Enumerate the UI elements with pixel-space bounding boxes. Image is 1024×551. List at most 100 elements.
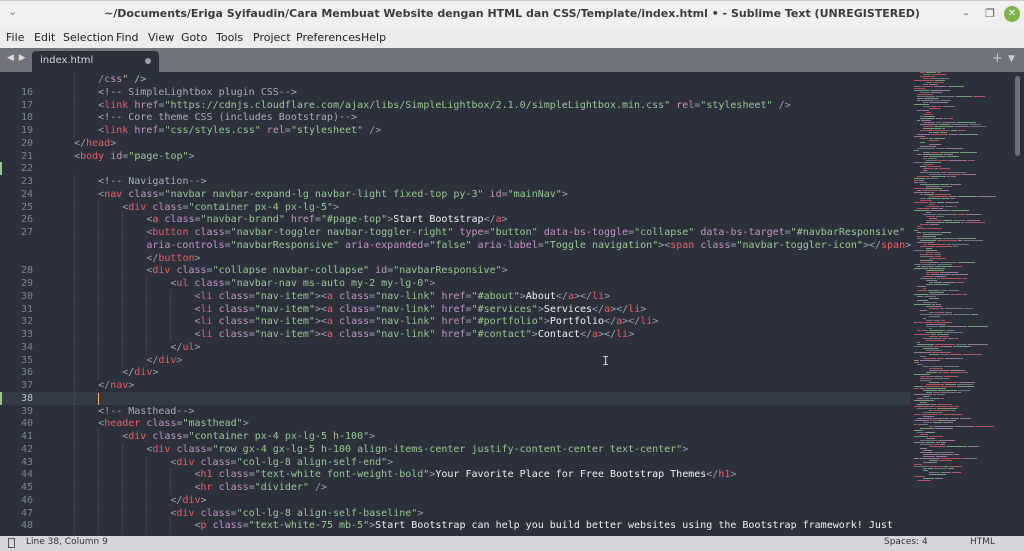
indent-guide — [170, 519, 172, 533]
code-line[interactable]: 45 <hr class="divider" /> — [0, 481, 910, 494]
code-line[interactable]: 38 — [0, 391, 910, 405]
indent-guide — [98, 455, 100, 469]
minimap-line — [950, 294, 962, 295]
new-tab-button[interactable]: + — [992, 51, 1003, 66]
minimize-button[interactable]: – — [958, 6, 974, 22]
minimap-line — [923, 348, 939, 349]
minimap-line — [914, 420, 929, 421]
minimap-line — [924, 98, 939, 99]
menu-goto[interactable]: Goto — [181, 31, 207, 44]
minimap-line — [930, 210, 950, 211]
menu-help[interactable]: Help — [361, 31, 386, 44]
minimap-line — [922, 232, 940, 233]
code-line[interactable]: 34 </ul> — [0, 340, 910, 354]
panel-toggle-icon[interactable] — [8, 538, 15, 548]
code-line[interactable]: </button> — [0, 251, 910, 265]
code-line[interactable]: 33 <li class="nav-item"><a class="nav-lin… — [0, 328, 910, 341]
indent-guide — [98, 430, 100, 443]
code-text: <ul class="navbar-nav ms-auto my-2 my-lg… — [170, 278, 436, 289]
code-line[interactable]: 31 <li class="nav-item"><a class="nav-lin… — [0, 302, 910, 316]
code-editor[interactable]: /css" /> 16 <!-- SimpleLightbox plugin CSS… — [0, 72, 1024, 536]
syntax-selector[interactable]: HTML — [970, 537, 995, 547]
code-line[interactable]: 37 </nav> — [0, 379, 910, 392]
menu-find[interactable]: Find — [116, 31, 139, 44]
code-line[interactable]: 24 <nav class="navbar navbar-expand-lg na… — [0, 187, 910, 201]
code-line[interactable]: 44 <h1 class="text-white font-weight-bold… — [0, 468, 910, 482]
minimap-line — [947, 156, 959, 157]
tab-nav-arrows-icon[interactable]: ◀ ▶ — [7, 53, 27, 63]
code-line[interactable]: 47 <div class="col-lg-8 align-self-baseli… — [0, 506, 910, 520]
code-line[interactable]: aria-controls="navbarResponsive" aria-ex… — [0, 238, 911, 252]
indent-guide — [98, 353, 100, 367]
code-line[interactable]: 21 <body id="page-top"> — [0, 150, 910, 163]
menu-preferences[interactable]: Preferences — [296, 31, 361, 44]
minimap-line — [947, 174, 961, 175]
indent-guide — [146, 468, 148, 482]
code-line[interactable]: 29 <ul class="navbar-nav ms-auto my-2 my-… — [0, 277, 910, 290]
code-line[interactable]: 26 <a class="navbar-brand" href="#page-to… — [0, 213, 910, 227]
code-line[interactable]: 40 <header class="masthead"> — [0, 417, 910, 431]
code-line[interactable]: 41 <div class="container px-4 px-lg-5 h-1… — [0, 430, 910, 443]
code-line[interactable]: 30 <li class="nav-item"><a class="nav-lin… — [0, 289, 910, 303]
minimap-line — [917, 236, 921, 237]
close-button[interactable]: ✕ — [1004, 6, 1020, 22]
minimap-line — [920, 278, 936, 279]
code-line[interactable]: 25 <div class="container px-4 px-lg-5"> — [0, 200, 910, 214]
indent-guide — [74, 73, 76, 86]
code-line[interactable]: 19 <link href="css/styles.css" rel="style… — [0, 124, 910, 137]
code-line[interactable]: 42 <div class="row gx-4 gx-lg-5 h-100 ali… — [0, 442, 910, 456]
menu-edit[interactable]: Edit — [34, 31, 55, 44]
minimap-line — [939, 168, 950, 169]
unsaved-dot-icon[interactable] — [145, 58, 151, 64]
minimap-line — [920, 256, 934, 257]
menu-selection[interactable]: Selection — [63, 31, 114, 44]
code-line[interactable]: 23 <!-- Navigation--> — [0, 175, 910, 188]
minimap-line — [926, 216, 935, 217]
minimap-line — [929, 368, 943, 369]
code-line[interactable]: 43 <div class="col-lg-8 align-self-end"> — [0, 455, 910, 469]
minimap-line — [922, 86, 933, 87]
code-line[interactable]: 16 <!-- SimpleLightbox plugin CSS--> — [0, 85, 910, 99]
menu-tools[interactable]: Tools — [216, 31, 243, 44]
restore-button[interactable]: ❐ — [982, 6, 998, 22]
code-line[interactable]: 46 </div> — [0, 493, 910, 507]
menu-view[interactable]: View — [148, 31, 174, 44]
minimap-line — [930, 294, 949, 295]
tab-menu-button[interactable]: ▼ — [1008, 54, 1015, 64]
minimap-line — [914, 414, 920, 415]
code-line[interactable]: 48 <p class="text-white-75 mb-5">Start Bo… — [0, 519, 910, 533]
minimap-line — [917, 364, 923, 365]
code-line[interactable]: 22 — [0, 162, 910, 176]
indent-guide — [122, 226, 124, 239]
minimap-line — [920, 452, 933, 453]
code-line[interactable]: 20 </head> — [0, 137, 910, 150]
code-line[interactable]: 28 <div class="collapse navbar-collapse" … — [0, 264, 910, 278]
code-line[interactable]: 36 </div> — [0, 366, 910, 380]
minimap-line — [941, 392, 956, 393]
code-line[interactable]: /css" /> — [0, 73, 910, 86]
code-line[interactable]: 27 <button class="navbar-toggler navbar-t… — [0, 226, 910, 239]
code-line[interactable]: 35 </div> — [0, 353, 910, 367]
indentation-setting[interactable]: Spaces: 4 — [884, 537, 928, 547]
code-line[interactable]: 39 <!-- Masthead--> — [0, 404, 910, 418]
minimap-line — [929, 138, 933, 139]
minimap-line — [963, 294, 967, 295]
minimap[interactable] — [910, 72, 1010, 536]
minimap-line — [926, 280, 937, 281]
minimap-line — [926, 326, 938, 327]
minimap-line — [948, 338, 953, 339]
minimap-line — [917, 404, 930, 405]
minimap-line — [958, 262, 975, 263]
minimap-line — [944, 332, 963, 333]
minimap-line — [940, 290, 947, 291]
code-line[interactable]: 18 <!-- Core theme CSS (includes Bootstra… — [0, 111, 910, 125]
code-line[interactable]: 17 <link href="https://cdnjs.cloudflare.c… — [0, 98, 910, 112]
line-number: 22 — [20, 163, 33, 175]
menu-project[interactable]: Project — [253, 31, 291, 44]
tab-index-html[interactable]: index.html — [32, 51, 159, 72]
menu-file[interactable]: File — [6, 31, 24, 44]
minimap-line — [935, 406, 948, 407]
code-line[interactable]: 32 <li class="nav-item"><a class="nav-lin… — [0, 315, 910, 329]
indent-guide — [74, 519, 76, 533]
vertical-scrollbar[interactable] — [1015, 76, 1020, 156]
